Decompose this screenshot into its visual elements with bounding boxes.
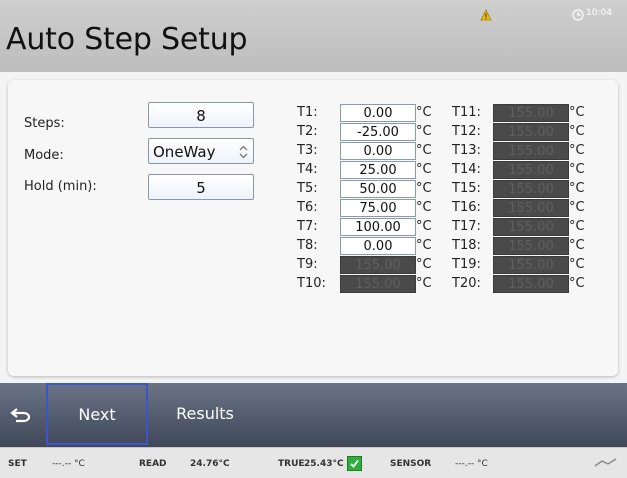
- sensor-value: ---.-- °C: [455, 459, 488, 469]
- temp-field: 155.00: [493, 218, 569, 236]
- mode-label: Mode:: [24, 148, 64, 163]
- temp-field[interactable]: 25.00: [340, 161, 416, 179]
- temp-field: 155.00: [493, 237, 569, 255]
- hold-field[interactable]: 5: [148, 174, 254, 200]
- temp-field: 155.00: [493, 104, 569, 122]
- temp-unit: °C: [569, 143, 585, 158]
- temp-unit: °C: [416, 181, 432, 196]
- read-label: READ: [139, 459, 167, 469]
- temp-field[interactable]: 75.00: [340, 199, 416, 217]
- back-button[interactable]: [0, 383, 46, 447]
- temp-label: T10:: [297, 276, 326, 291]
- next-button[interactable]: Next: [46, 383, 148, 445]
- temp-unit: °C: [416, 105, 432, 120]
- temp-label: T20:: [452, 276, 481, 291]
- temp-field: 155.00: [493, 275, 569, 293]
- temp-label: T4:: [297, 162, 318, 177]
- temp-unit: °C: [416, 124, 432, 139]
- sensor-label: SENSOR: [390, 459, 432, 469]
- temp-label: T7:: [297, 219, 318, 234]
- temp-label: T15:: [452, 181, 481, 196]
- temp-field: 155.00: [493, 142, 569, 160]
- true-value: 25.43°C: [304, 459, 344, 469]
- connection-icon: [594, 458, 617, 467]
- temp-field: 155.00: [493, 180, 569, 198]
- temp-label: T14:: [452, 162, 481, 177]
- temp-field[interactable]: 100.00: [340, 218, 416, 236]
- temp-unit: °C: [416, 162, 432, 177]
- temp-unit: °C: [569, 257, 585, 272]
- set-value: ---.-- °C: [52, 459, 85, 469]
- temp-unit: °C: [416, 257, 432, 272]
- header-bar: Auto Step Setup 10:04: [0, 0, 627, 72]
- temp-label: T9:: [297, 257, 318, 272]
- set-label: SET: [8, 459, 27, 469]
- temp-label: T19:: [452, 257, 481, 272]
- hold-label: Hold (min):: [24, 179, 97, 194]
- temp-label: T5:: [297, 181, 318, 196]
- read-value: 24.76°C: [190, 459, 230, 469]
- mode-value: OneWay: [153, 143, 216, 161]
- temp-field: 155.00: [493, 123, 569, 141]
- temp-label: T3:: [297, 143, 318, 158]
- temp-unit: °C: [569, 162, 585, 177]
- results-button[interactable]: Results: [160, 383, 250, 447]
- bottom-nav: Next Results: [0, 383, 627, 447]
- temp-label: T12:: [452, 124, 481, 139]
- temp-field[interactable]: 0.00: [340, 104, 416, 122]
- temp-label: T11:: [452, 105, 481, 120]
- temp-field: 155.00: [340, 256, 416, 274]
- temp-field[interactable]: 0.00: [340, 142, 416, 160]
- check-icon: [347, 456, 362, 471]
- temp-unit: °C: [569, 105, 585, 120]
- temp-unit: °C: [416, 219, 432, 234]
- status-bar: SET ---.-- °C READ 24.76°C TRUE 25.43°C …: [0, 447, 627, 478]
- temp-label: T17:: [452, 219, 481, 234]
- temp-label: T16:: [452, 200, 481, 215]
- setup-panel: Steps: 8 Mode: OneWay Hold (min): 5 T1: 0…: [8, 80, 618, 376]
- clock-time: 10:04: [586, 8, 612, 18]
- temp-unit: °C: [416, 200, 432, 215]
- temp-unit: °C: [569, 124, 585, 139]
- temp-unit: °C: [569, 200, 585, 215]
- temp-label: T1:: [297, 105, 318, 120]
- temp-field[interactable]: -25.00: [340, 123, 416, 141]
- temp-label: T13:: [452, 143, 481, 158]
- temp-unit: °C: [416, 276, 432, 291]
- up-down-arrow-icon[interactable]: [239, 145, 248, 159]
- temp-field[interactable]: 50.00: [340, 180, 416, 198]
- temp-label: T2:: [297, 124, 318, 139]
- steps-label: Steps:: [24, 116, 65, 131]
- temp-label: T18:: [452, 238, 481, 253]
- temp-label: T6:: [297, 200, 318, 215]
- clock-icon: [572, 9, 584, 21]
- temp-field: 155.00: [493, 256, 569, 274]
- temp-field: 155.00: [493, 161, 569, 179]
- temp-unit: °C: [569, 219, 585, 234]
- page-title: Auto Step Setup: [6, 22, 248, 57]
- temp-unit: °C: [569, 181, 585, 196]
- temp-label: T8:: [297, 238, 318, 253]
- temp-field: 155.00: [493, 199, 569, 217]
- temp-unit: °C: [569, 276, 585, 291]
- true-label: TRUE: [278, 459, 305, 469]
- steps-field[interactable]: 8: [148, 102, 254, 128]
- temp-unit: °C: [416, 143, 432, 158]
- temp-unit: °C: [416, 238, 432, 253]
- warning-icon[interactable]: [480, 9, 492, 21]
- mode-select[interactable]: OneWay: [148, 138, 254, 164]
- temp-field[interactable]: 0.00: [340, 237, 416, 255]
- temp-unit: °C: [569, 238, 585, 253]
- back-arrow-icon: [10, 408, 31, 423]
- temp-field: 155.00: [340, 275, 416, 293]
